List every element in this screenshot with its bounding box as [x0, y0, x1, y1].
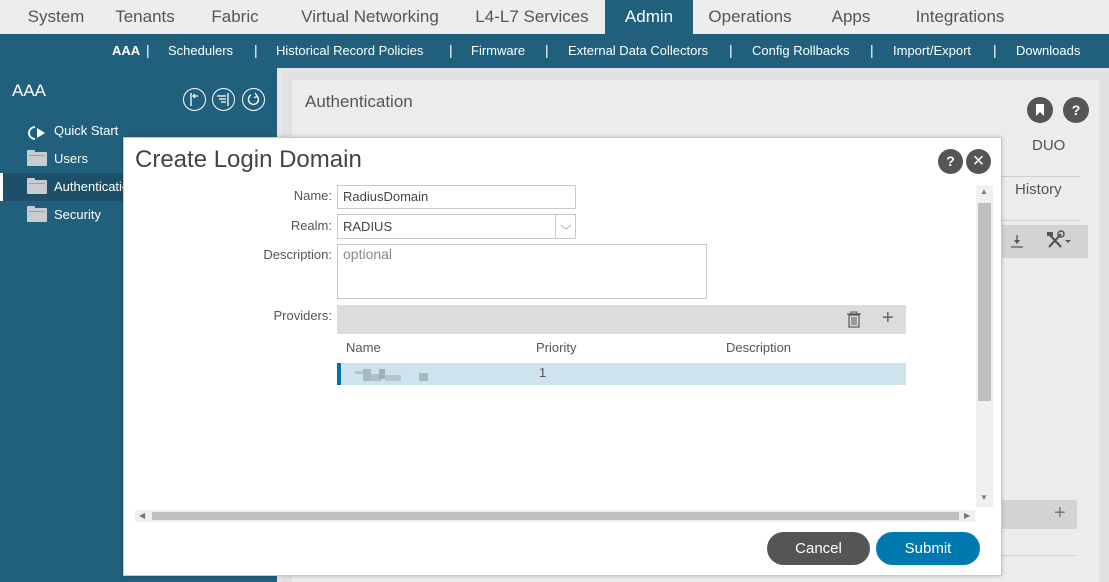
panel-toolbar [1002, 225, 1088, 258]
table-row[interactable]: 1 [337, 363, 906, 385]
tab-fabric[interactable]: Fabric [190, 0, 280, 34]
subnav-downloads[interactable]: Downloads [1016, 34, 1080, 68]
create-login-domain-dialog: Create Login Domain ? × Name: RadiusDoma… [123, 137, 1002, 576]
folder-icon [27, 150, 47, 166]
scroll-up-icon[interactable]: ▲ [980, 187, 988, 196]
divider [1002, 555, 1077, 556]
submit-button[interactable]: Submit [876, 532, 980, 565]
panel-toolbar-2: + [1002, 500, 1077, 529]
bookmark-icon[interactable] [1027, 97, 1053, 123]
sidebar-item-label: Quick Start [54, 123, 119, 138]
scrollbar-thumb[interactable] [978, 203, 991, 401]
subnav-separator: | [993, 42, 997, 58]
filter-list-icon[interactable] [212, 88, 235, 111]
vertical-scrollbar[interactable]: ▲ ▼ [976, 185, 993, 507]
subnav-separator: | [729, 42, 733, 58]
add-icon[interactable]: + [882, 307, 894, 330]
realm-label: Realm: [290, 218, 332, 233]
priority-cell: 1 [539, 365, 547, 380]
tab-virtual-networking[interactable]: Virtual Networking [284, 0, 456, 34]
subnav-external-data-collectors[interactable]: External Data Collectors [568, 34, 708, 68]
tab-l4-l7-services[interactable]: L4-L7 Services [460, 0, 604, 34]
subnav-historical-record-policies[interactable]: Historical Record Policies [276, 34, 423, 68]
subnav-separator: | [870, 42, 874, 58]
close-button[interactable]: × [966, 149, 991, 174]
download-icon[interactable] [1010, 232, 1024, 255]
tab-admin[interactable]: Admin [605, 0, 693, 34]
tab-duo[interactable]: DUO [1032, 137, 1065, 154]
top-nav: System Tenants Fabric Virtual Networking… [0, 0, 1109, 34]
realm-value: RADIUS [343, 219, 393, 234]
scrollbar-thumb[interactable] [152, 512, 959, 520]
sidebar-title: AAA [12, 81, 47, 100]
trash-icon[interactable] [846, 311, 862, 333]
realm-select[interactable]: RADIUS [337, 214, 576, 239]
name-label: Name: [293, 188, 332, 203]
sub-nav: AAA | Schedulers | Historical Record Pol… [0, 34, 1109, 68]
subnav-separator: | [146, 42, 150, 58]
cancel-button[interactable]: Cancel [767, 532, 870, 565]
column-header-priority[interactable]: Priority [536, 340, 576, 355]
name-input[interactable]: RadiusDomain [337, 185, 576, 209]
tab-integrations[interactable]: Integrations [900, 0, 1020, 34]
folder-icon [27, 178, 47, 194]
collapse-left-icon[interactable] [183, 88, 206, 111]
subnav-separator: | [545, 42, 549, 58]
help-icon[interactable]: ? [1063, 97, 1089, 123]
column-header-name[interactable]: Name [346, 340, 381, 355]
subnav-separator: | [254, 42, 258, 58]
scroll-down-icon[interactable]: ▼ [980, 493, 988, 502]
help-button[interactable]: ? [938, 149, 963, 174]
dialog-title: Create Login Domain [135, 146, 362, 173]
sidebar-item-label: Security [54, 207, 101, 222]
redacted-name [355, 367, 431, 381]
subnav-schedulers[interactable]: Schedulers [168, 34, 233, 68]
sidebar-item-label: Users [54, 151, 88, 166]
subnav-firmware[interactable]: Firmware [471, 34, 525, 68]
divider [1002, 176, 1080, 177]
subnav-import-export[interactable]: Import/Export [893, 34, 971, 68]
providers-label: Providers: [273, 308, 332, 323]
tab-system[interactable]: System [12, 0, 100, 34]
column-header-description[interactable]: Description [726, 340, 791, 355]
tab-tenants[interactable]: Tenants [100, 0, 190, 34]
horizontal-scrollbar[interactable]: ◀ ▶ [135, 510, 975, 522]
subnav-separator: | [449, 42, 453, 58]
subnav-aaa[interactable]: AAA [112, 34, 140, 68]
scroll-left-icon[interactable]: ◀ [139, 511, 145, 520]
scroll-right-icon[interactable]: ▶ [964, 511, 970, 520]
description-label: Description: [263, 247, 332, 262]
tab-apps[interactable]: Apps [815, 0, 887, 34]
description-textarea[interactable]: optional [337, 244, 707, 299]
subnav-config-rollbacks[interactable]: Config Rollbacks [752, 34, 850, 68]
chevron-down-icon[interactable] [555, 215, 575, 238]
panel-title: Authentication [305, 92, 413, 111]
divider [1002, 220, 1080, 221]
folder-icon [27, 206, 47, 222]
add-icon[interactable]: + [1054, 502, 1066, 525]
tools-icon[interactable] [1046, 230, 1076, 255]
tab-operations[interactable]: Operations [693, 0, 807, 34]
refresh-icon[interactable] [242, 88, 265, 111]
tab-history[interactable]: History [1015, 181, 1062, 198]
providers-toolbar: + [337, 305, 906, 334]
